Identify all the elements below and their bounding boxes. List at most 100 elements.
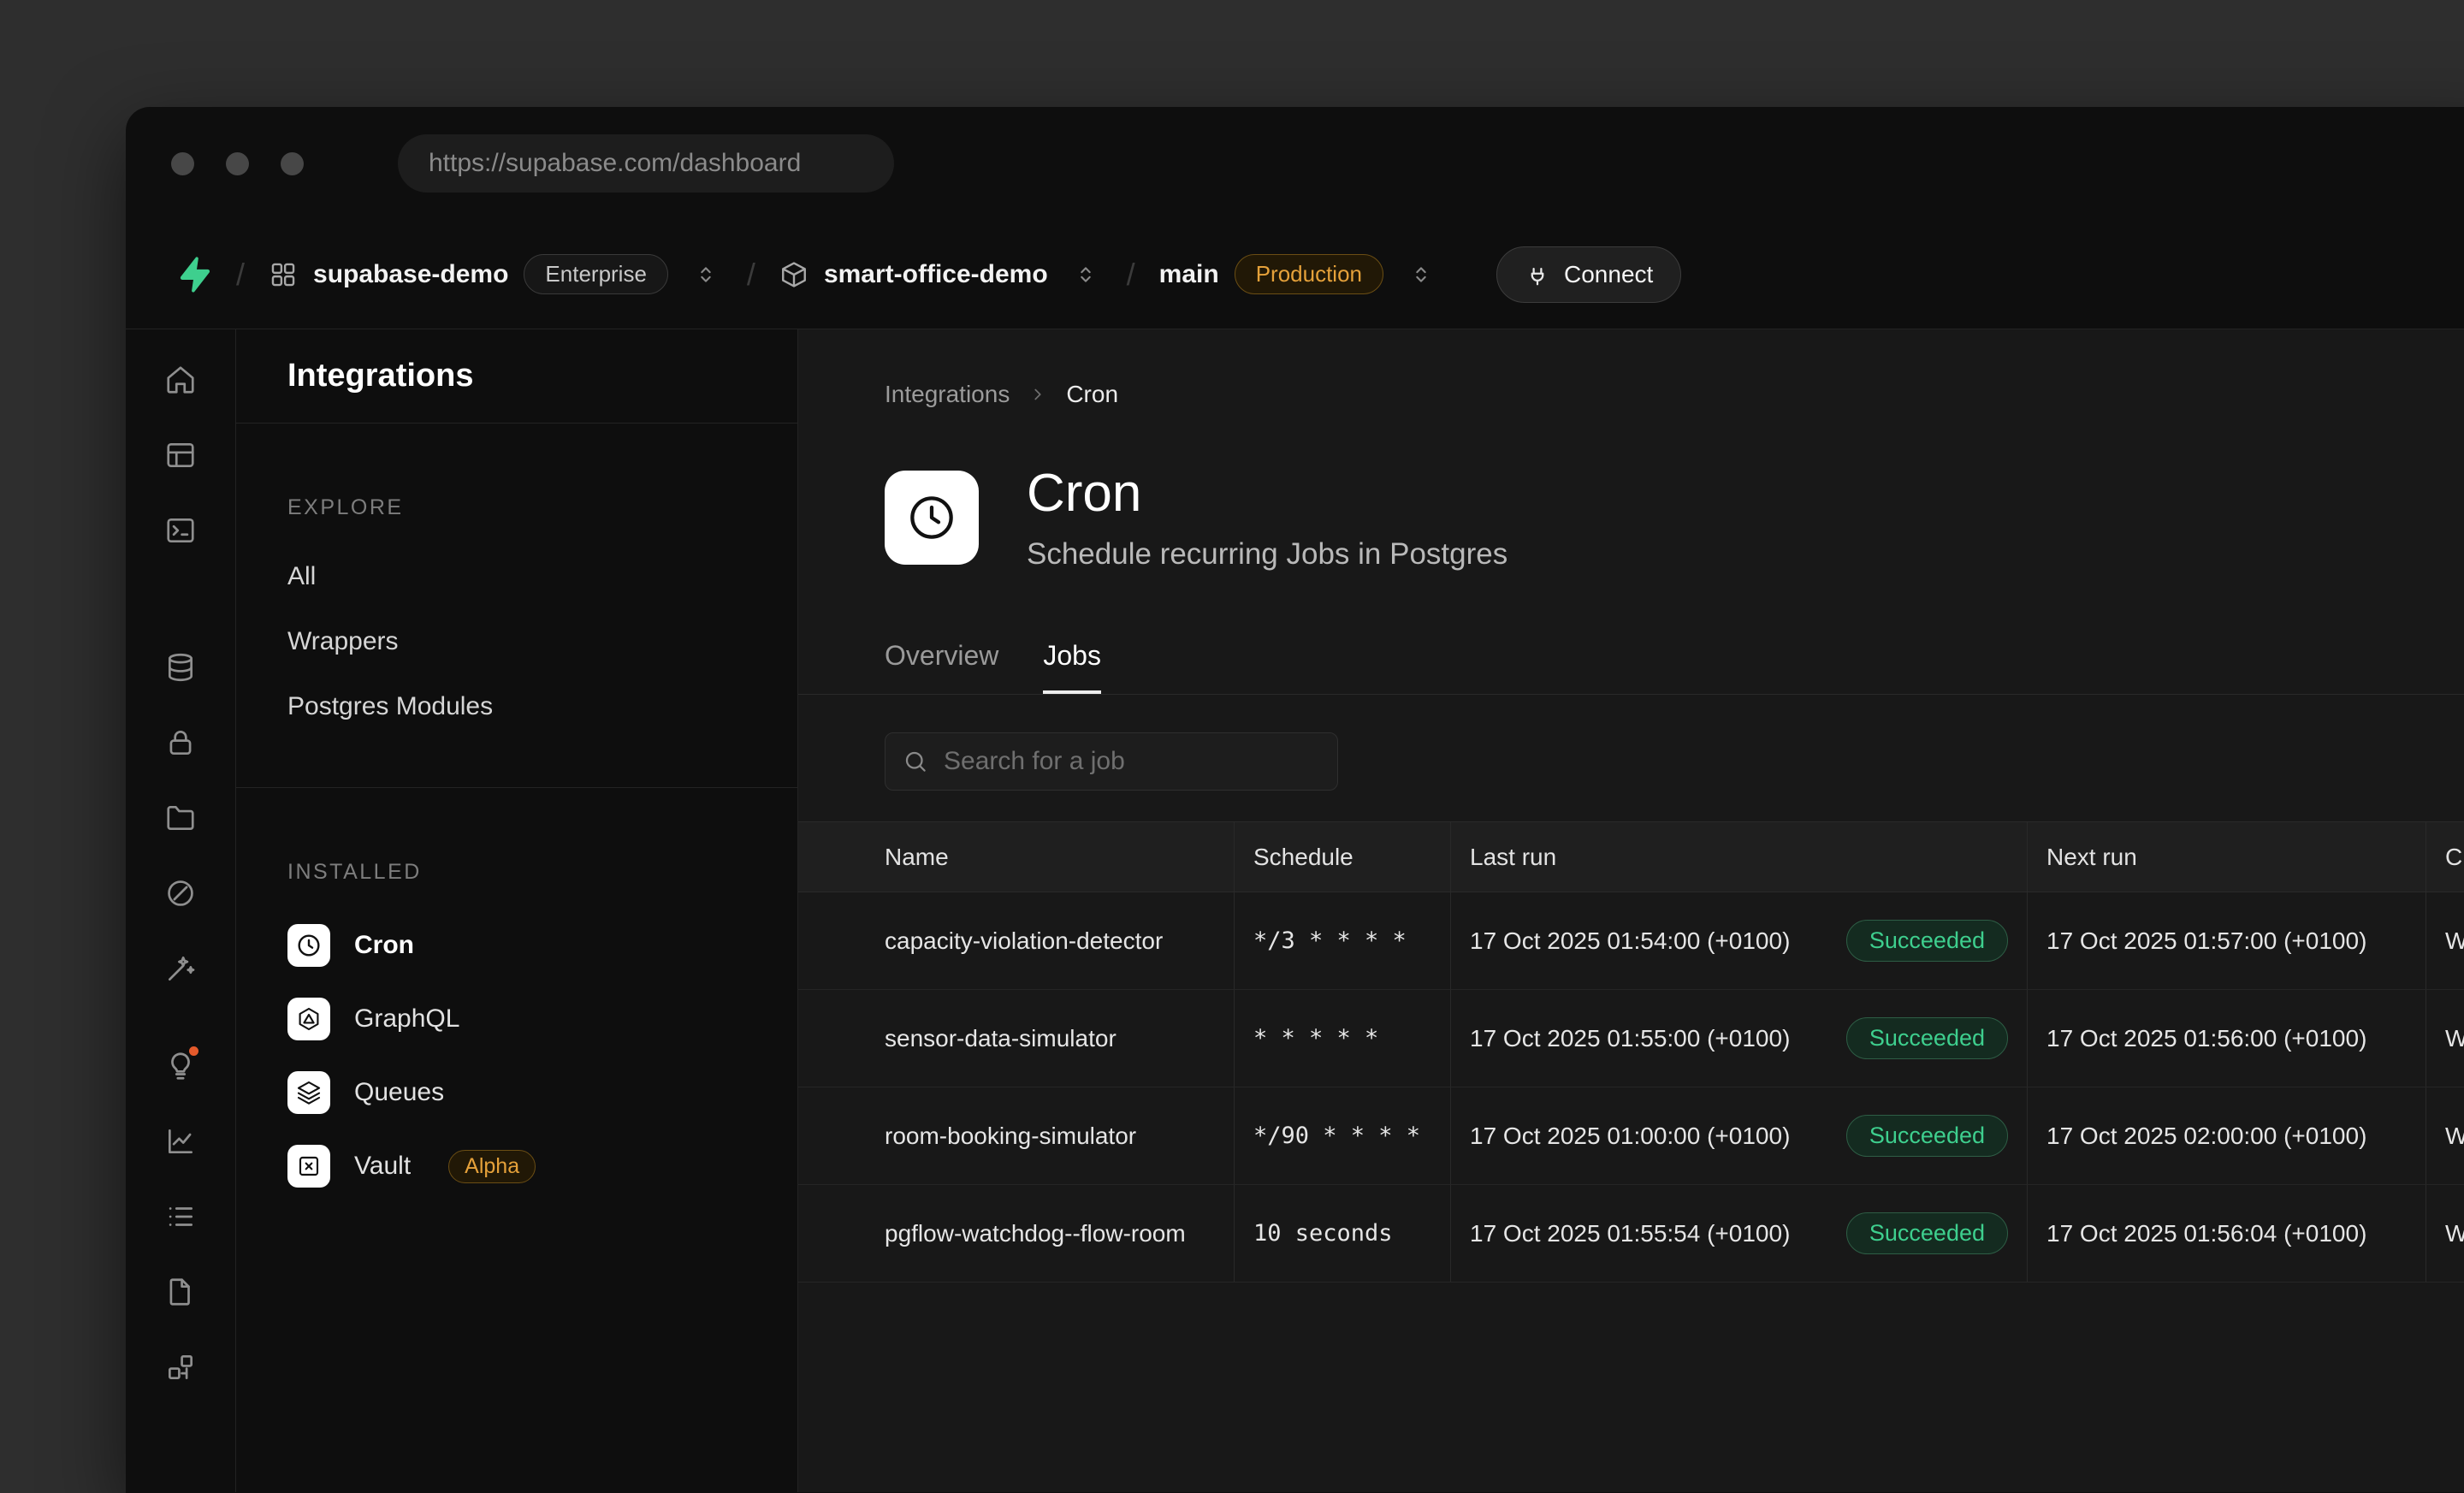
- last-run-time: 17 Oct 2025 01:55:00 (+0100): [1470, 1025, 1790, 1052]
- sidebar-item-graphql[interactable]: GraphQL: [287, 998, 746, 1040]
- url-bar[interactable]: https://supabase.com/dashboard: [398, 134, 894, 193]
- job-last-run-cell: 17 Oct 2025 01:55:54 (+0100) Succeeded: [1450, 1185, 2027, 1282]
- job-name-cell: sensor-data-simulator: [798, 990, 1234, 1087]
- status-badge: Succeeded: [1846, 1212, 2008, 1254]
- nav-divider: /: [747, 257, 755, 293]
- job-schedule-cell: */3 * * * *: [1234, 892, 1450, 989]
- nav-divider: /: [236, 257, 245, 293]
- chevron-right-icon: [1028, 385, 1047, 404]
- chevrons-up-down-icon: [694, 263, 718, 287]
- table-row[interactable]: room-booking-simulator */90 * * * * 17 O…: [798, 1087, 2464, 1185]
- sidebar-item-wrappers[interactable]: Wrappers: [287, 627, 746, 656]
- job-schedule-cell: * * * * *: [1234, 990, 1450, 1087]
- integrations-icon[interactable]: [150, 1336, 211, 1398]
- search-icon: [903, 749, 928, 774]
- column-header-next-run: Next run: [2027, 822, 2426, 892]
- clock-icon: [287, 924, 330, 967]
- branch-switcher[interactable]: main Production: [1159, 254, 1383, 294]
- advisors-notification-dot: [187, 1044, 201, 1058]
- sql-editor-icon[interactable]: [150, 500, 211, 561]
- connect-button-label: Connect: [1564, 261, 1653, 288]
- sidebar-item-cron[interactable]: Cron: [287, 924, 746, 967]
- tab-jobs[interactable]: Jobs: [1043, 640, 1101, 694]
- sidebar-item-queues[interactable]: Queues: [287, 1071, 746, 1114]
- job-command-cell: WI: [2426, 892, 2464, 989]
- breadcrumb-cron: Cron: [1066, 381, 1118, 408]
- job-last-run-cell: 17 Oct 2025 01:00:00 (+0100) Succeeded: [1450, 1087, 2027, 1184]
- window-maximize-button[interactable]: [281, 152, 304, 175]
- api-docs-icon[interactable]: [150, 1261, 211, 1323]
- window-close-button[interactable]: [171, 152, 194, 175]
- logs-icon[interactable]: [150, 1186, 211, 1247]
- job-command-cell: WI: [2426, 1087, 2464, 1184]
- job-name-cell: capacity-violation-detector: [798, 892, 1234, 989]
- storage-icon[interactable]: [150, 787, 211, 849]
- sidebar-item-label: Cron: [354, 931, 414, 960]
- reports-icon[interactable]: [150, 1111, 211, 1172]
- browser-window: https://supabase.com/dashboard / supabas…: [126, 107, 2464, 1493]
- realtime-icon[interactable]: [150, 938, 211, 999]
- main-content: Integrations Cron Cron Schedule recurrin…: [798, 329, 2464, 1492]
- advisors-icon[interactable]: [150, 1035, 211, 1097]
- search-input[interactable]: [944, 747, 1320, 776]
- project-switcher[interactable]: smart-office-demo: [779, 260, 1048, 289]
- edge-functions-icon[interactable]: [150, 862, 211, 924]
- home-icon[interactable]: [150, 349, 211, 411]
- last-run-time: 17 Oct 2025 01:54:00 (+0100): [1470, 927, 1790, 955]
- sidebar-item-postgres-modules[interactable]: Postgres Modules: [287, 692, 746, 721]
- sidebar-item-label: Queues: [354, 1078, 444, 1107]
- sidebar-divider: [236, 787, 797, 788]
- browser-chrome: https://supabase.com/dashboard: [126, 107, 2464, 220]
- sidebar-item-vault[interactable]: Vault Alpha: [287, 1145, 746, 1188]
- branch-env-badge: Production: [1235, 254, 1383, 294]
- job-schedule-cell: 10 seconds: [1234, 1185, 1450, 1282]
- table-editor-icon[interactable]: [150, 424, 211, 486]
- table-row[interactable]: sensor-data-simulator * * * * * 17 Oct 2…: [798, 990, 2464, 1087]
- job-schedule-cell: */90 * * * *: [1234, 1087, 1450, 1184]
- integrations-sidebar: Integrations EXPLORE All Wrappers Postgr…: [236, 329, 798, 1492]
- connect-button[interactable]: Connect: [1496, 246, 1681, 303]
- column-header-schedule: Schedule: [1234, 822, 1450, 892]
- table-row[interactable]: pgflow-watchdog--flow-room 10 seconds 17…: [798, 1185, 2464, 1283]
- job-next-run-cell: 17 Oct 2025 01:57:00 (+0100): [2027, 892, 2426, 989]
- status-badge: Succeeded: [1846, 1115, 2008, 1157]
- project-name: smart-office-demo: [824, 260, 1048, 289]
- url-text: https://supabase.com/dashboard: [429, 149, 801, 178]
- page-title: Cron: [1027, 463, 1507, 524]
- sidebar-title: Integrations: [236, 329, 797, 424]
- org-switcher[interactable]: supabase-demo Enterprise: [269, 254, 668, 294]
- tab-overview[interactable]: Overview: [885, 640, 998, 694]
- alpha-badge: Alpha: [448, 1150, 536, 1183]
- branch-name: main: [1159, 260, 1219, 289]
- org-name: supabase-demo: [313, 260, 508, 289]
- table-row[interactable]: capacity-violation-detector */3 * * * * …: [798, 892, 2464, 990]
- breadcrumb-integrations[interactable]: Integrations: [885, 381, 1010, 408]
- last-run-time: 17 Oct 2025 01:00:00 (+0100): [1470, 1123, 1790, 1150]
- jobs-table: Name Schedule Last run Next run C capaci…: [798, 821, 2464, 1283]
- package-icon: [779, 260, 808, 289]
- job-next-run-cell: 17 Oct 2025 02:00:00 (+0100): [2027, 1087, 2426, 1184]
- job-last-run-cell: 17 Oct 2025 01:54:00 (+0100) Succeeded: [1450, 892, 2027, 989]
- vault-icon: [287, 1145, 330, 1188]
- job-name-cell: room-booking-simulator: [798, 1087, 1234, 1184]
- branch-selector-button[interactable]: [1404, 258, 1438, 292]
- org-selector-button[interactable]: [689, 258, 723, 292]
- org-plan-badge: Enterprise: [524, 254, 668, 294]
- sidebar-item-all[interactable]: All: [287, 562, 746, 591]
- project-selector-button[interactable]: [1069, 258, 1103, 292]
- column-header-last-run: Last run: [1450, 822, 2027, 892]
- last-run-time: 17 Oct 2025 01:55:54 (+0100): [1470, 1220, 1790, 1247]
- queues-icon: [287, 1071, 330, 1114]
- graphql-icon: [287, 998, 330, 1040]
- job-command-cell: WI: [2426, 1185, 2464, 1282]
- job-command-cell: WI: [2426, 990, 2464, 1087]
- tab-bar: Overview Jobs: [798, 640, 2464, 695]
- installed-section-label: INSTALLED: [287, 860, 746, 885]
- database-icon[interactable]: [150, 637, 211, 698]
- authentication-icon[interactable]: [150, 712, 211, 773]
- page-header: Cron Schedule recurring Jobs in Postgres: [798, 463, 2464, 572]
- job-next-run-cell: 17 Oct 2025 01:56:00 (+0100): [2027, 990, 2426, 1087]
- breadcrumb: Integrations Cron: [798, 329, 2464, 408]
- window-minimize-button[interactable]: [226, 152, 249, 175]
- sidebar-item-label: Vault: [354, 1152, 411, 1181]
